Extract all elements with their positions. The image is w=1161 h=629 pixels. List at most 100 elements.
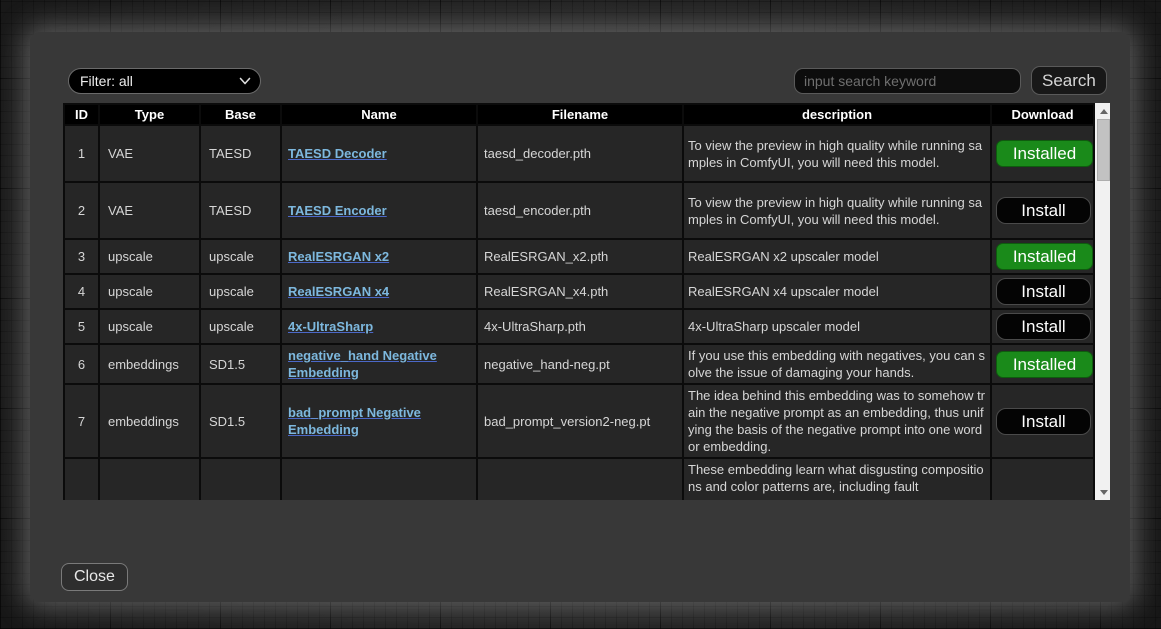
cell-name: RealESRGAN x4 bbox=[281, 274, 477, 309]
cell-filename: RealESRGAN_x4.pth bbox=[477, 274, 683, 309]
cell-download: Install bbox=[991, 384, 1094, 458]
cell-name: TAESD Decoder bbox=[281, 125, 477, 182]
table-scrollbar[interactable] bbox=[1095, 103, 1110, 500]
filter-select[interactable]: Filter: all bbox=[68, 68, 261, 94]
model-name-link[interactable]: TAESD Decoder bbox=[288, 146, 387, 161]
cell-download: Install bbox=[991, 182, 1094, 239]
model-name-link[interactable]: bad_prompt Negative Embedding bbox=[288, 405, 421, 437]
column-header-type: Type bbox=[99, 104, 200, 125]
table-row: These embedding learn what disgusting co… bbox=[64, 458, 1094, 500]
column-header-id: ID bbox=[64, 104, 99, 125]
table-row: 3upscaleupscaleRealESRGAN x2RealESRGAN_x… bbox=[64, 239, 1094, 274]
cell-base bbox=[200, 458, 281, 500]
cell-description: These embedding learn what disgusting co… bbox=[683, 458, 991, 500]
search-input[interactable] bbox=[794, 68, 1021, 94]
cell-name: negative_hand Negative Embedding bbox=[281, 344, 477, 384]
cell-name bbox=[281, 458, 477, 500]
cell-description: RealESRGAN x2 upscaler model bbox=[683, 239, 991, 274]
installed-button[interactable]: Installed bbox=[996, 243, 1093, 270]
cell-description: If you use this embedding with negatives… bbox=[683, 344, 991, 384]
cell-download: Install bbox=[991, 309, 1094, 344]
install-button[interactable]: Install bbox=[996, 313, 1091, 340]
model-name-link[interactable]: RealESRGAN x4 bbox=[288, 284, 389, 299]
column-header-download: Download bbox=[991, 104, 1094, 125]
column-header-base: Base bbox=[200, 104, 281, 125]
cell-download: Installed bbox=[991, 344, 1094, 384]
install-button[interactable]: Install bbox=[996, 197, 1091, 224]
cell-name: bad_prompt Negative Embedding bbox=[281, 384, 477, 458]
table-row: 5upscaleupscale4x-UltraSharp4x-UltraShar… bbox=[64, 309, 1094, 344]
model-name-link[interactable]: RealESRGAN x2 bbox=[288, 249, 389, 264]
cell-description: To view the preview in high quality whil… bbox=[683, 125, 991, 182]
model-name-link[interactable]: negative_hand Negative Embedding bbox=[288, 348, 437, 380]
scrollbar-thumb[interactable] bbox=[1097, 119, 1110, 181]
cell-download: Installed bbox=[991, 239, 1094, 274]
cell-description: RealESRGAN x4 upscaler model bbox=[683, 274, 991, 309]
model-name-link[interactable]: TAESD Encoder bbox=[288, 203, 387, 218]
installed-button[interactable]: Installed bbox=[996, 351, 1093, 378]
model-table-body: 1VAETAESDTAESD Decodertaesd_decoder.pthT… bbox=[64, 125, 1094, 500]
cell-id bbox=[64, 458, 99, 500]
cell-description: 4x-UltraSharp upscaler model bbox=[683, 309, 991, 344]
cell-download: Install bbox=[991, 274, 1094, 309]
cell-base: upscale bbox=[200, 309, 281, 344]
install-button[interactable]: Install bbox=[996, 408, 1091, 435]
cell-base: upscale bbox=[200, 274, 281, 309]
close-button[interactable]: Close bbox=[61, 563, 128, 591]
cell-id: 3 bbox=[64, 239, 99, 274]
installed-button[interactable]: Installed bbox=[996, 140, 1093, 167]
cell-description: To view the preview in high quality whil… bbox=[683, 182, 991, 239]
cell-download: Installed bbox=[991, 125, 1094, 182]
cell-type: upscale bbox=[99, 274, 200, 309]
cell-id: 2 bbox=[64, 182, 99, 239]
cell-id: 5 bbox=[64, 309, 99, 344]
cell-type: upscale bbox=[99, 309, 200, 344]
triangle-down-icon bbox=[1100, 490, 1108, 495]
cell-filename: taesd_encoder.pth bbox=[477, 182, 683, 239]
scrollbar-down-button[interactable] bbox=[1095, 484, 1110, 500]
cell-filename bbox=[477, 458, 683, 500]
cell-base: SD1.5 bbox=[200, 344, 281, 384]
cell-type: VAE bbox=[99, 125, 200, 182]
cell-type: embeddings bbox=[99, 344, 200, 384]
table-row: 6embeddingsSD1.5negative_hand Negative E… bbox=[64, 344, 1094, 384]
cell-base: SD1.5 bbox=[200, 384, 281, 458]
cell-filename: negative_hand-neg.pt bbox=[477, 344, 683, 384]
model-table: IDTypeBaseNameFilenamedescriptionDownloa… bbox=[63, 103, 1095, 500]
cell-base: TAESD bbox=[200, 182, 281, 239]
cell-download bbox=[991, 458, 1094, 500]
cell-id: 6 bbox=[64, 344, 99, 384]
cell-description: The idea behind this embedding was to so… bbox=[683, 384, 991, 458]
scrollbar-up-button[interactable] bbox=[1095, 103, 1110, 119]
model-name-link[interactable]: 4x-UltraSharp bbox=[288, 319, 373, 334]
search-button[interactable]: Search bbox=[1031, 66, 1107, 95]
table-row: 2VAETAESD TAESD Encoder taesd_encoder.pthT… bbox=[64, 182, 1094, 239]
cell-type: embeddings bbox=[99, 384, 200, 458]
install-models-dialog: Filter: all Search IDTypeBaseNameFilenam… bbox=[30, 32, 1130, 602]
cell-id: 7 bbox=[64, 384, 99, 458]
cell-filename: RealESRGAN_x2.pth bbox=[477, 239, 683, 274]
table-row: 1VAETAESD TAESD Decoder taesd_decoder.pthT… bbox=[64, 125, 1094, 182]
triangle-up-icon bbox=[1100, 109, 1108, 114]
table-row: 4upscaleupscaleRealESRGAN x4RealESRGAN_x… bbox=[64, 274, 1094, 309]
cell-base: TAESD bbox=[200, 125, 281, 182]
cell-name: RealESRGAN x2 bbox=[281, 239, 477, 274]
column-header-description: description bbox=[683, 104, 991, 125]
cell-filename: taesd_decoder.pth bbox=[477, 125, 683, 182]
cell-name: 4x-UltraSharp bbox=[281, 309, 477, 344]
table-header-row: IDTypeBaseNameFilenamedescriptionDownloa… bbox=[64, 104, 1094, 125]
cell-filename: 4x-UltraSharp.pth bbox=[477, 309, 683, 344]
table-row: 7embeddingsSD1.5bad_prompt Negative Embe… bbox=[64, 384, 1094, 458]
filter-dropdown-wrap: Filter: all bbox=[68, 68, 261, 94]
cell-type bbox=[99, 458, 200, 500]
cell-name: TAESD Encoder bbox=[281, 182, 477, 239]
cell-filename: bad_prompt_version2-neg.pt bbox=[477, 384, 683, 458]
cell-id: 4 bbox=[64, 274, 99, 309]
column-header-name: Name bbox=[281, 104, 477, 125]
column-header-filename: Filename bbox=[477, 104, 683, 125]
cell-id: 1 bbox=[64, 125, 99, 182]
cell-type: VAE bbox=[99, 182, 200, 239]
install-button[interactable]: Install bbox=[996, 278, 1091, 305]
model-table-viewport: IDTypeBaseNameFilenamedescriptionDownloa… bbox=[63, 103, 1110, 500]
cell-type: upscale bbox=[99, 239, 200, 274]
